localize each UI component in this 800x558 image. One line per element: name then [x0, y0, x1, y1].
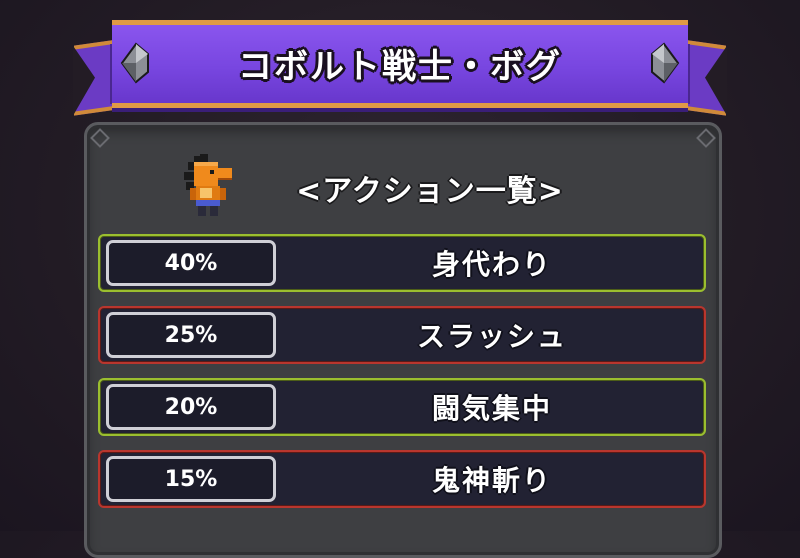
action-row: 20% 闘気集中 — [98, 378, 706, 436]
panel-corner-ornament — [696, 128, 716, 148]
spike-ornament-left-icon — [120, 42, 149, 84]
action-name: 闘気集中 — [431, 392, 552, 425]
action-name: 身代わり — [431, 248, 552, 281]
action-rate: 40% — [106, 240, 276, 286]
action-name: 鬼神斬り — [431, 464, 552, 497]
action-row: 25% スラッシュ — [98, 306, 706, 364]
title-banner: コボルト戦士・ボグ — [112, 20, 688, 108]
action-list-title: <アクション一覧> — [296, 174, 564, 209]
kobold-warrior-icon — [184, 154, 232, 216]
action-rate: 20% — [106, 384, 276, 430]
action-row: 40% 身代わり — [98, 234, 706, 292]
spike-ornament-right-icon — [651, 42, 680, 84]
action-rate: 15% — [106, 456, 276, 502]
monster-name: コボルト戦士・ボグ — [238, 47, 562, 87]
action-rate: 25% — [106, 312, 276, 358]
action-name: スラッシュ — [416, 320, 567, 353]
panel-corner-ornament — [90, 128, 110, 148]
action-row: 15% 鬼神斬り — [98, 450, 706, 508]
